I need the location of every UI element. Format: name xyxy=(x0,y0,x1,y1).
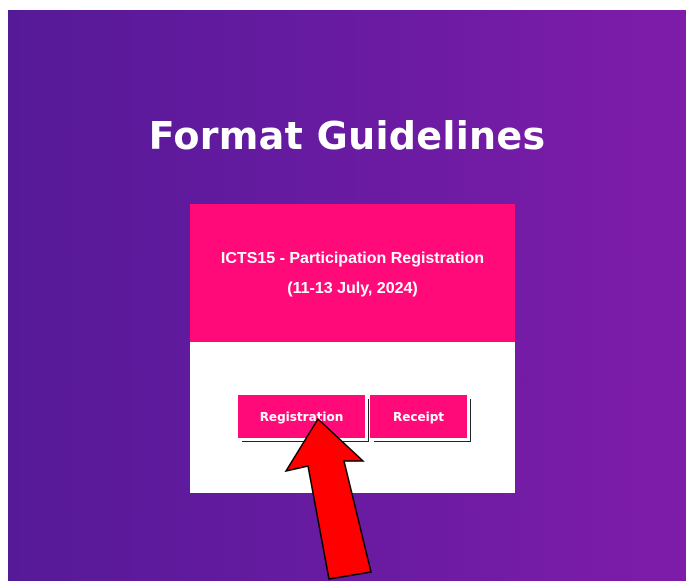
receipt-button[interactable]: Receipt xyxy=(370,395,467,438)
page-title: Format Guidelines xyxy=(148,114,546,158)
red-arrow-icon xyxy=(284,417,372,580)
card-heading-line2: (11-13 July, 2024) xyxy=(287,280,418,297)
card-heading-line1: ICTS15 - Participation Registration xyxy=(220,250,485,267)
card-header: ICTS15 - Participation Registration (11-… xyxy=(190,204,515,342)
